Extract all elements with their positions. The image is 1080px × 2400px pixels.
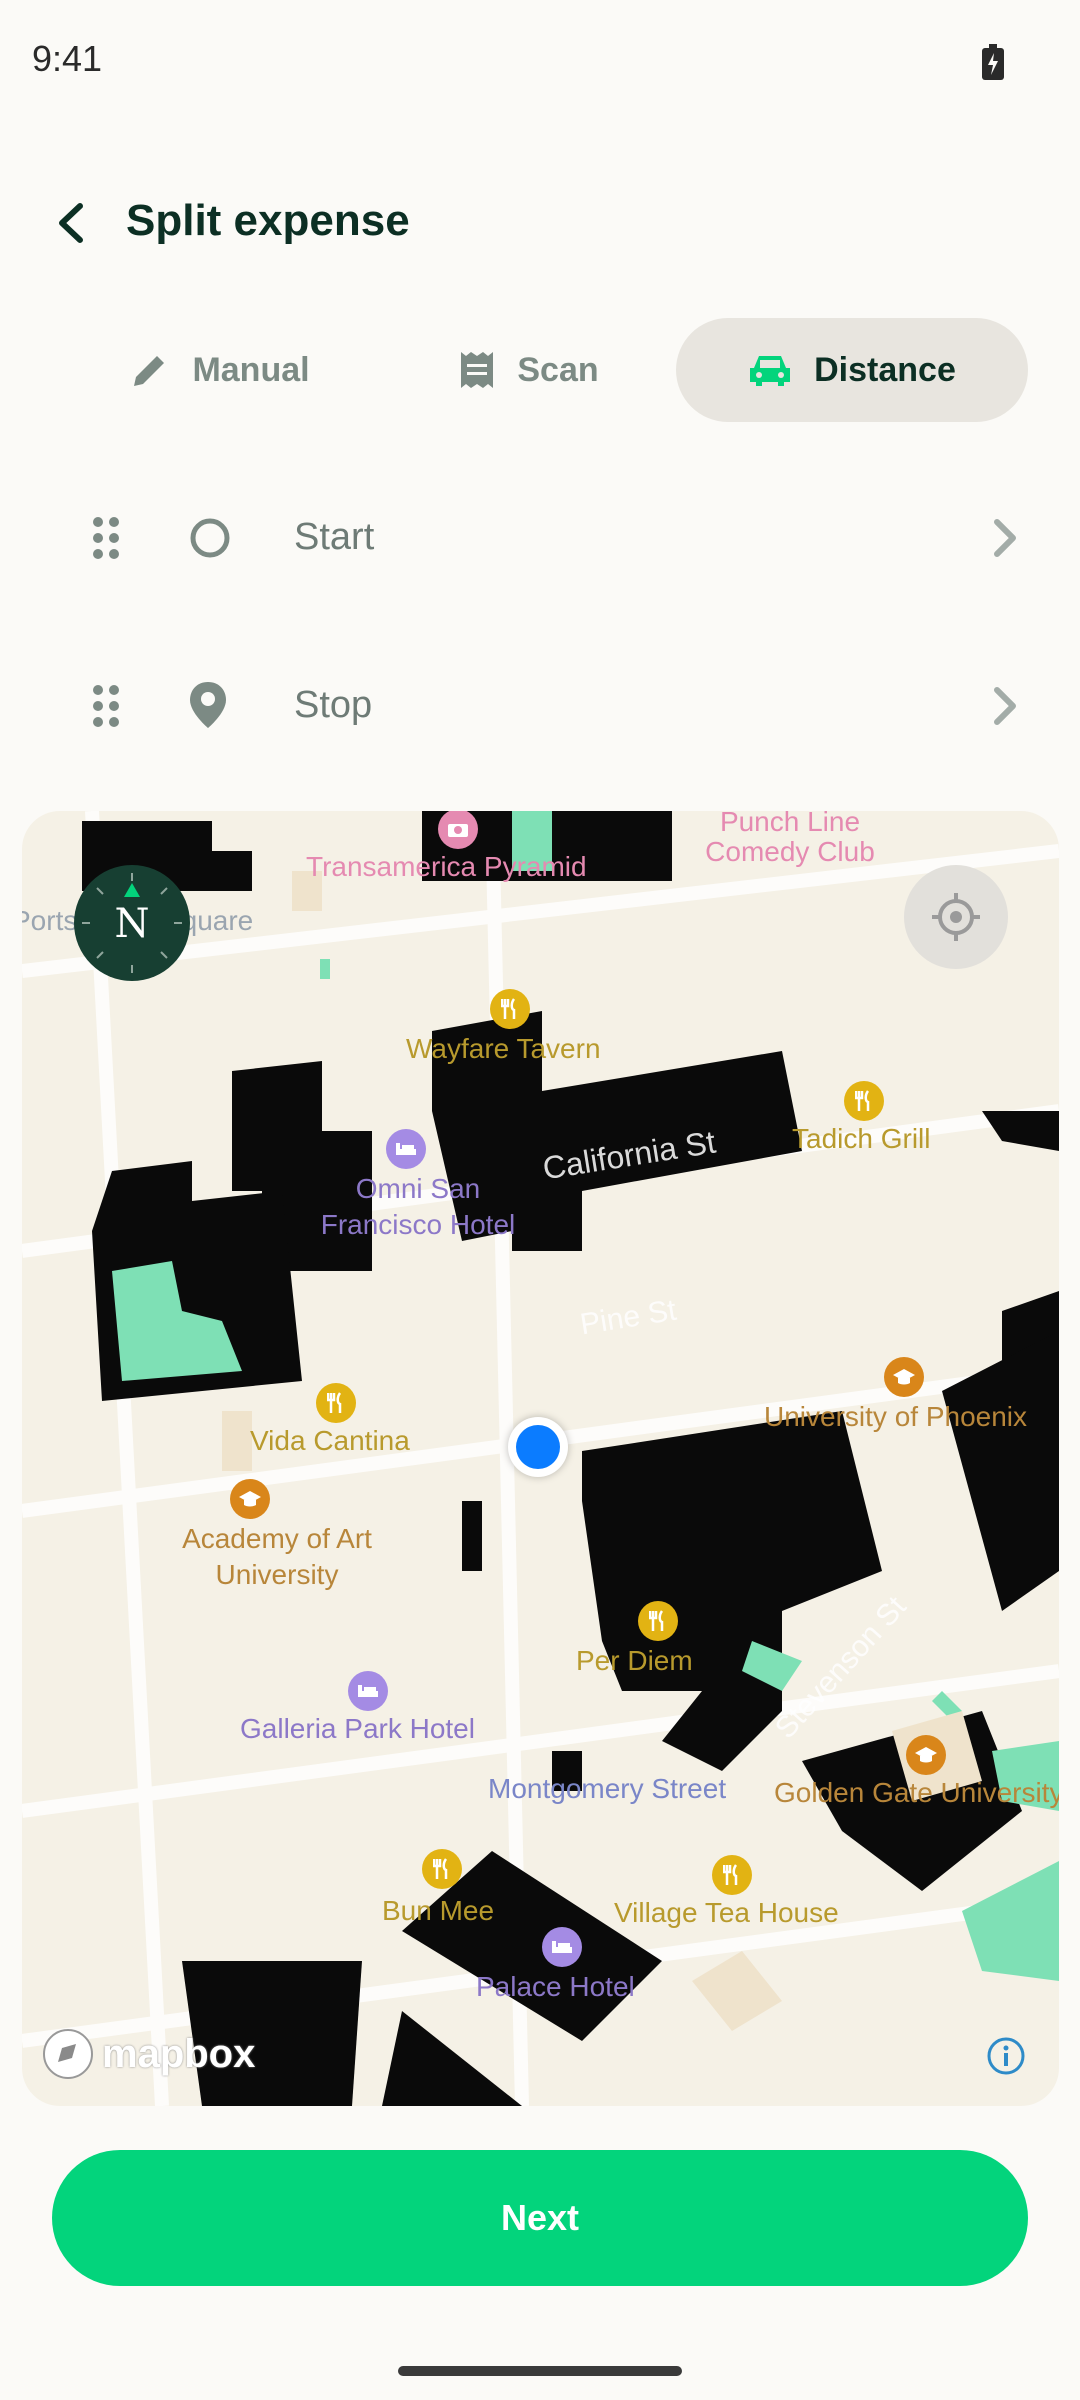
poi-label: Golden Gate University xyxy=(774,1777,1059,1808)
poi-label: Palace Hotel xyxy=(476,1971,635,2002)
tab-label: Distance xyxy=(814,350,956,389)
battery-icon xyxy=(982,44,1004,80)
poi-label: Montgomery Street xyxy=(488,1773,727,1804)
restaurant-pin-icon[interactable] xyxy=(316,1383,356,1423)
waypoint-label: Start xyxy=(294,516,375,558)
compass-button[interactable]: N xyxy=(74,865,190,981)
poi-label: Punch Line Comedy Club xyxy=(705,811,875,867)
drag-handle-icon[interactable] xyxy=(92,684,120,728)
tab-label: Scan xyxy=(517,350,599,389)
drag-handle-icon[interactable] xyxy=(92,516,120,560)
mapbox-logo[interactable]: mapbox xyxy=(40,2026,255,2082)
tab-label: Manual xyxy=(192,350,310,389)
pencil-icon xyxy=(134,356,165,386)
waypoint-row-start[interactable]: Start xyxy=(0,478,1080,598)
restaurant-pin-icon[interactable] xyxy=(422,1849,462,1889)
tab-distance[interactable]: Distance xyxy=(676,318,1028,422)
map-view[interactable]: Transamerica Pyramid Punch Line Comedy C… xyxy=(22,811,1059,2106)
poi-label: Bun Mee xyxy=(382,1895,495,1926)
poi-label: Vida Cantina xyxy=(250,1425,410,1456)
page-title: Split expense xyxy=(126,196,410,245)
hotel-pin-icon[interactable] xyxy=(542,1927,582,1967)
poi-label: Village Tea House xyxy=(614,1897,839,1928)
crosshair-icon xyxy=(932,893,980,941)
next-button[interactable]: Next xyxy=(52,2150,1028,2286)
chevron-right-icon xyxy=(994,519,1016,557)
restaurant-pin-icon[interactable] xyxy=(638,1601,678,1641)
status-time: 9:41 xyxy=(32,38,103,79)
restaurant-pin-icon[interactable] xyxy=(844,1081,884,1121)
poi-label: Tadich Grill xyxy=(792,1123,931,1154)
tab-manual[interactable]: Manual xyxy=(78,318,362,422)
waypoint-row-stop[interactable]: Stop xyxy=(0,646,1080,766)
car-icon xyxy=(750,356,791,386)
location-pin-icon xyxy=(190,682,226,728)
school-pin-icon[interactable] xyxy=(230,1479,270,1519)
locate-me-button[interactable] xyxy=(904,865,1008,969)
poi-label: Omni San Francisco Hotel xyxy=(320,1173,516,1240)
hotel-pin-icon[interactable] xyxy=(386,1129,426,1169)
back-arrow-icon[interactable] xyxy=(52,200,92,246)
receipt-icon xyxy=(461,352,494,388)
chevron-right-icon xyxy=(994,687,1016,725)
compass-letter: N xyxy=(114,901,150,947)
home-indicator[interactable] xyxy=(398,2366,682,2376)
poi-label: Academy of Art University xyxy=(182,1523,372,1590)
hotel-pin-icon[interactable] xyxy=(348,1671,388,1711)
poi-label: Transamerica Pyramid xyxy=(306,851,587,882)
poi-label: Galleria Park Hotel xyxy=(240,1713,475,1744)
circle-icon xyxy=(190,518,230,558)
info-icon[interactable] xyxy=(986,2036,1026,2076)
tab-scan[interactable]: Scan xyxy=(394,318,664,422)
mapbox-icon xyxy=(43,2029,93,2079)
restaurant-pin-icon[interactable] xyxy=(490,989,530,1029)
poi-label: Per Diem xyxy=(576,1645,693,1676)
poi-label: University of Phoenix xyxy=(764,1401,1028,1432)
poi-label: Wayfare Tavern xyxy=(406,1033,601,1064)
user-location-dot xyxy=(508,1417,568,1477)
waypoint-label: Stop xyxy=(294,684,373,726)
restaurant-pin-icon[interactable] xyxy=(712,1855,752,1895)
next-button-label: Next xyxy=(500,2197,580,2238)
school-pin-icon[interactable] xyxy=(906,1735,946,1775)
school-pin-icon[interactable] xyxy=(884,1357,924,1397)
mapbox-wordmark: mapbox xyxy=(102,2031,256,2076)
